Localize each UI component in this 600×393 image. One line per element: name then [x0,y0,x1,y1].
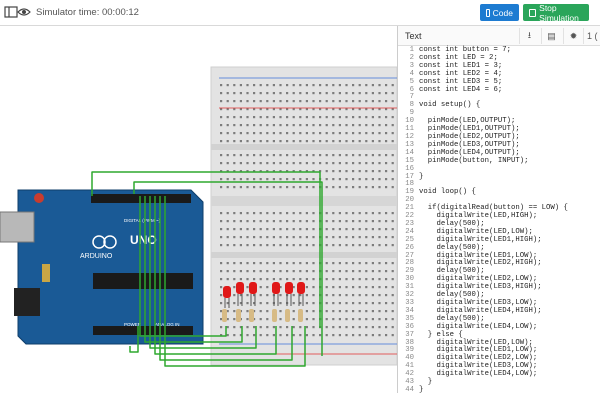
board-name: ARDUINO [80,253,113,260]
code-line: } [419,378,433,387]
code-line: const int LED4 = 6; [419,85,503,94]
code-line: digitalWrite(LED4,LOW); [419,370,538,379]
bug-icon[interactable]: ✹ [563,28,583,44]
arduino-board[interactable]: ARDUINO UNO DIGITAL (PWM ~) POWER ANALOG… [0,189,204,345]
code-button-label: Code [492,7,513,18]
code-icon [486,8,490,17]
code-line: void loop() { [419,188,476,197]
analog-header [93,326,193,335]
circuit-svg: ARDUINO UNO DIGITAL (PWM ~) POWER ANALOG… [0,66,397,367]
stop-simulation-label: Stop Simulation [539,2,579,23]
code-panel-header: Text ⭳ ▤ ✹ 1 ( [398,26,600,46]
code-panel: Text ⭳ ▤ ✹ 1 ( 1 2 3 4 5 6 7 8 9 10 11 12 13 14 15 16 17… [397,26,600,393]
reset-button[interactable] [34,193,44,203]
code-lines: const int button = 7; const int LED = 2; c… [419,46,599,393]
upload-icon[interactable]: ▤ [541,28,561,44]
code-line: void setup() { [419,101,481,110]
resistor-5 [285,309,290,322]
digital-header [91,194,191,203]
circuit-canvas[interactable]: ARDUINO UNO DIGITAL (PWM ~) POWER ANALOG… [0,26,397,393]
code-button[interactable]: Code [480,4,519,21]
code-line: pinMode(button, INPUT); [419,156,529,165]
crystal [42,264,50,282]
code-editor[interactable]: 1 2 3 4 5 6 7 8 9 10 11 12 13 14 15 16 17 18 19 20 21 22 23 24 2… [398,46,600,393]
board-model: UNO [130,233,157,247]
code-mode-label[interactable]: Text [405,31,422,41]
resistor-1 [222,309,227,322]
microcontroller-chip [93,273,193,289]
code-line: } [419,172,424,181]
resistor-6 [298,309,303,322]
usb-port [0,211,35,243]
download-icon[interactable]: ⭳ [519,28,539,44]
eye-icon[interactable] [17,5,31,19]
resistor-2 [236,309,241,322]
power-jack [14,288,40,316]
simulator-time: Simulator time: 00:00:12 [36,7,139,18]
stop-simulation-button[interactable]: Stop Simulation [523,2,589,23]
power-label: POWER [124,322,142,327]
page-indicator[interactable]: 1 ( [583,28,600,44]
line-number: 44 [405,385,414,393]
panel-icon[interactable] [4,5,18,19]
code-line: } [419,385,424,393]
resistor-3 [249,309,254,322]
analog-label: ANALOG IN [155,322,180,327]
stop-icon [529,8,537,17]
resistor-4 [272,309,277,322]
top-toolbar: Simulator time: 00:00:12 Code Stop Simul… [0,0,600,26]
line-number-gutter: 1 2 3 4 5 6 7 8 9 10 11 12 13 14 15 16 17 18 19 20 21 22 23 24 2… [398,46,414,393]
